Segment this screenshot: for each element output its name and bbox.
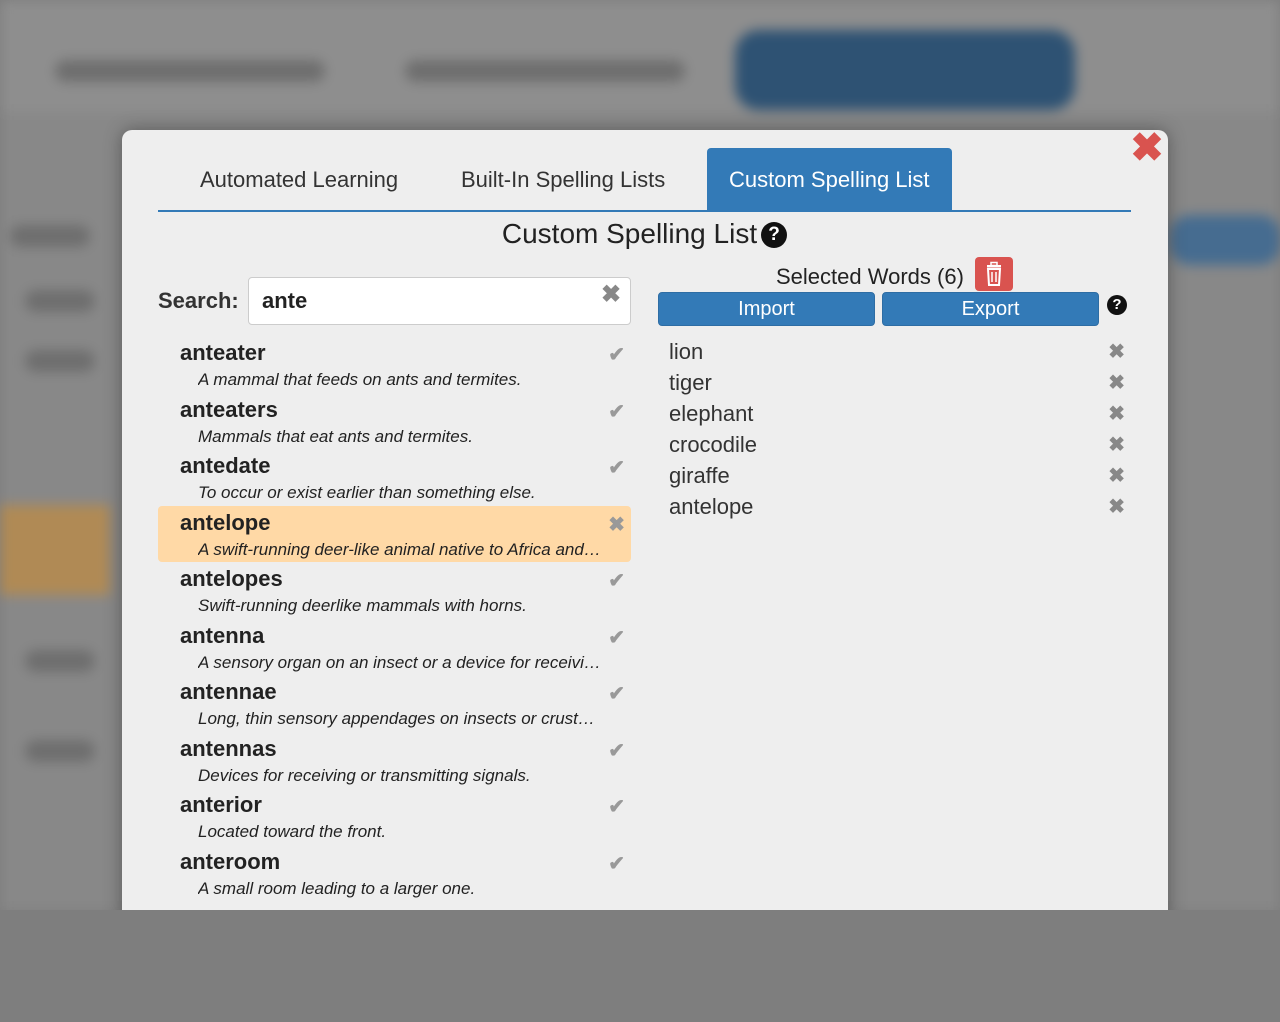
import-button[interactable]: Import — [658, 292, 875, 326]
page-title: Custom Spelling List — [501, 218, 758, 249]
x-icon[interactable]: ✖ — [608, 512, 625, 537]
modal-bottom-overlay — [0, 910, 1280, 1022]
clear-selected-button[interactable] — [975, 257, 1013, 291]
check-icon[interactable]: ✔ — [608, 342, 625, 367]
search-label: Search: — [158, 288, 239, 313]
result-word: anterior — [180, 792, 262, 817]
result-item[interactable]: anteroom A small room leading to a larger… — [158, 845, 631, 902]
result-definition: Long, thin sensory appendages on insects… — [198, 709, 603, 728]
result-item[interactable]: anteater A mammal that feeds on ants and … — [158, 336, 631, 393]
search-results-list: anteater A mammal that feeds on ants and … — [158, 336, 631, 901]
result-item[interactable]: antelope A swift-running deer-like animal… — [158, 505, 631, 562]
result-item[interactable]: anteaters Mammals that eat ants and termi… — [158, 393, 631, 450]
result-item[interactable]: antenna A sensory organ on an insect or a… — [158, 619, 631, 676]
remove-word-icon[interactable]: ✖ — [1108, 339, 1125, 364]
selected-word-item: crocodile ✖ — [658, 429, 1131, 460]
result-item[interactable]: anterior Located toward the front. ✔ — [158, 788, 631, 845]
result-definition: A small room leading to a larger one. — [198, 878, 476, 898]
question-circle-icon[interactable]: ? — [1107, 295, 1127, 315]
selected-word: antelope — [669, 494, 754, 519]
selected-word-item: tiger ✖ — [658, 367, 1131, 398]
result-word: antennas — [180, 735, 277, 761]
search-input[interactable] — [248, 277, 631, 325]
selected-words-list: lion ✖ tiger ✖ elephant ✖ crocodile ✖ giraffe ✖ an… — [658, 336, 1131, 522]
trash-icon — [986, 261, 1002, 286]
selected-word-item: antelope ✖ — [658, 491, 1131, 522]
result-word: antelope — [180, 509, 271, 535]
result-word: antennae — [180, 679, 277, 704]
result-definition: Devices for receiving or transmitting si… — [198, 765, 531, 785]
page-title-row: Custom Spelling List? — [158, 214, 1131, 254]
selected-word: tiger — [669, 370, 712, 395]
result-word: antenna — [180, 622, 265, 648]
selected-word-item: elephant ✖ — [658, 398, 1131, 429]
check-icon[interactable]: ✔ — [608, 625, 625, 650]
check-icon[interactable]: ✔ — [608, 681, 625, 706]
result-definition: A sensory organ on an insect or a device… — [198, 652, 603, 672]
result-word: anteroom — [180, 848, 281, 874]
selected-word: elephant — [669, 401, 754, 426]
check-icon[interactable]: ✔ — [608, 738, 625, 763]
selected-word-item: lion ✖ — [658, 336, 1131, 367]
tab-built-in-spelling-lists[interactable]: Built-In Spelling Lists — [439, 148, 687, 212]
result-item[interactable]: antedate To occur or exist earlier than s… — [158, 449, 631, 506]
selected-word: lion — [669, 339, 704, 364]
result-word: anteaters — [180, 396, 278, 422]
clear-search-icon[interactable]: ✖ — [601, 280, 621, 309]
result-definition: To occur or exist earlier than something… — [198, 483, 536, 502]
result-item[interactable]: antennae Long, thin sensory appendages on… — [158, 675, 631, 732]
tab-bar: Automated Learning Built-In Spelling Lis… — [158, 148, 1131, 212]
export-button[interactable]: Export — [882, 292, 1099, 326]
check-icon[interactable]: ✔ — [608, 794, 625, 819]
result-item[interactable]: antelopes Swift-running deerlike mammals … — [158, 562, 631, 619]
result-definition: A swift-running deer-like animal native … — [198, 539, 603, 559]
remove-word-icon[interactable]: ✖ — [1108, 432, 1125, 457]
selected-words-header: Selected Words (6) — [776, 264, 964, 289]
result-definition: Swift-running deerlike mammals with horn… — [198, 596, 527, 615]
close-icon[interactable]: ✖ — [1130, 128, 1164, 168]
result-word: antedate — [180, 453, 271, 478]
tab-custom-spelling-list[interactable]: Custom Spelling List — [707, 148, 952, 212]
result-word: anteater — [180, 340, 266, 365]
question-circle-icon[interactable]: ? — [761, 222, 788, 248]
check-icon[interactable]: ✔ — [608, 399, 625, 424]
selected-word: crocodile — [669, 432, 758, 457]
remove-word-icon[interactable]: ✖ — [1108, 463, 1125, 488]
result-item[interactable]: antennas Devices for receiving or transmi… — [158, 732, 631, 789]
tab-automated-learning[interactable]: Automated Learning — [178, 148, 420, 212]
check-icon[interactable]: ✔ — [608, 568, 625, 593]
remove-word-icon[interactable]: ✖ — [1108, 401, 1125, 426]
remove-word-icon[interactable]: ✖ — [1108, 494, 1125, 519]
result-definition: Located toward the front. — [198, 822, 387, 841]
selected-word-item: giraffe ✖ — [658, 460, 1131, 491]
selected-word: giraffe — [669, 463, 730, 488]
remove-word-icon[interactable]: ✖ — [1108, 370, 1125, 395]
result-definition: A mammal that feeds on ants and termites… — [198, 370, 522, 389]
result-definition: Mammals that eat ants and termites. — [198, 426, 473, 446]
check-icon[interactable]: ✔ — [608, 455, 625, 480]
check-icon[interactable]: ✔ — [608, 851, 625, 876]
result-word: antelopes — [180, 566, 283, 591]
